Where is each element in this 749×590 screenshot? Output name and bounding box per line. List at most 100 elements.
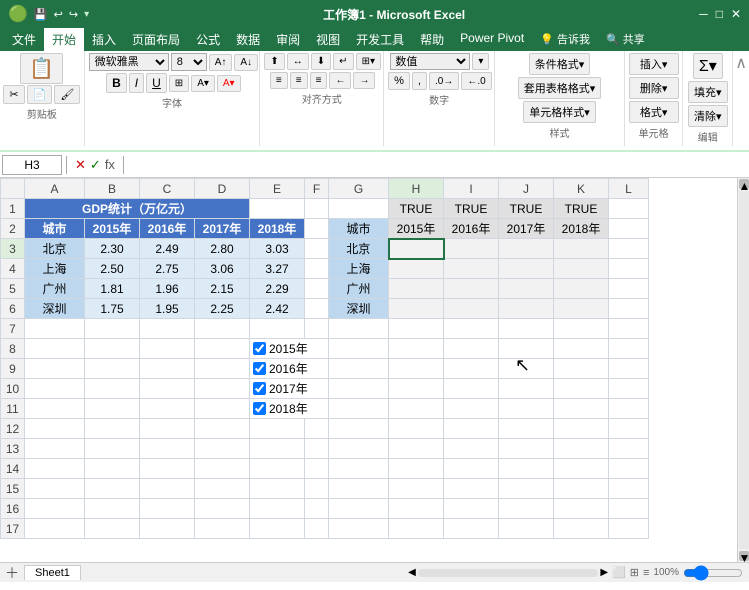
cell-H10[interactable] — [389, 379, 444, 399]
cell-C5[interactable]: 1.96 — [140, 279, 195, 299]
table-format-button[interactable]: 套用表格格式▾ — [518, 77, 602, 99]
scroll-down-arrow[interactable]: ▼ — [739, 551, 749, 561]
cell-C10[interactable] — [140, 379, 195, 399]
cell-B3[interactable]: 2.30 — [85, 239, 140, 259]
cell-J2[interactable]: 2017年 — [499, 219, 554, 239]
format-cells-button[interactable]: 格式▾ — [629, 101, 679, 123]
cell-A8[interactable] — [25, 339, 85, 359]
cut-button[interactable]: ✂ — [3, 85, 24, 104]
cell-K8[interactable] — [554, 339, 609, 359]
increase-decimal-button[interactable]: .0→ — [429, 72, 459, 90]
scroll-thumb-h[interactable] — [418, 569, 599, 577]
cell-D2[interactable]: 2017年 — [195, 219, 250, 239]
zoom-slider[interactable] — [683, 565, 743, 581]
cell-C11[interactable] — [140, 399, 195, 419]
scroll-right-arrow[interactable]: ▶ — [600, 567, 608, 578]
cell-J11[interactable] — [499, 399, 554, 419]
cell-C6[interactable]: 1.95 — [140, 299, 195, 319]
decrease-font-button[interactable]: A↓ — [234, 54, 258, 71]
cell-K5[interactable] — [554, 279, 609, 299]
cell-L2[interactable] — [609, 219, 649, 239]
tab-file[interactable]: 文件 — [4, 28, 44, 51]
cell-A5[interactable]: 广州 — [25, 279, 85, 299]
cell-J1[interactable]: TRUE — [499, 199, 554, 219]
tab-insert[interactable]: 插入 — [84, 28, 124, 51]
checkbox-2018[interactable] — [253, 402, 266, 415]
align-middle-button[interactable]: ↔ — [287, 53, 309, 70]
cell-D5[interactable]: 2.15 — [195, 279, 250, 299]
cell-F4[interactable] — [305, 259, 329, 279]
delete-cells-button[interactable]: 删除▾ — [629, 77, 679, 99]
cell-F1[interactable] — [305, 199, 329, 219]
cell-I8[interactable] — [444, 339, 499, 359]
cell-L7[interactable] — [609, 319, 649, 339]
cell-L1[interactable] — [609, 199, 649, 219]
indent-dec-button[interactable]: ← — [329, 72, 351, 89]
clear-button[interactable]: 清除▾ — [688, 105, 728, 127]
cell-G9[interactable] — [329, 359, 389, 379]
cell-A3[interactable]: 北京 — [25, 239, 85, 259]
cell-reference-input[interactable] — [2, 155, 62, 175]
col-header-K[interactable]: K — [554, 179, 609, 199]
col-header-L[interactable]: L — [609, 179, 649, 199]
cell-K1[interactable]: TRUE — [554, 199, 609, 219]
cell-H11[interactable] — [389, 399, 444, 419]
cell-F7[interactable] — [305, 319, 329, 339]
tab-page-layout[interactable]: 页面布局 — [124, 28, 188, 51]
cell-A4[interactable]: 上海 — [25, 259, 85, 279]
bold-button[interactable]: B — [106, 73, 127, 93]
cell-J4[interactable] — [499, 259, 554, 279]
col-header-C[interactable]: C — [140, 179, 195, 199]
cell-C4[interactable]: 2.75 — [140, 259, 195, 279]
scroll-left-arrow[interactable]: ◀ — [408, 567, 416, 578]
tab-tell-me[interactable]: 💡 告诉我 — [532, 28, 598, 51]
font-size-select[interactable]: 8 — [171, 53, 207, 71]
col-header-J[interactable]: J — [499, 179, 554, 199]
tab-view[interactable]: 视图 — [308, 28, 348, 51]
cell-H8[interactable] — [389, 339, 444, 359]
cell-L11[interactable] — [609, 399, 649, 419]
border-button[interactable]: ⊞ — [169, 75, 189, 92]
wrap-text-button[interactable]: ↵ — [333, 53, 353, 70]
cell-L10[interactable] — [609, 379, 649, 399]
cell-I10[interactable] — [444, 379, 499, 399]
cell-A11[interactable] — [25, 399, 85, 419]
cell-C2[interactable]: 2016年 — [140, 219, 195, 239]
cell-C3[interactable]: 2.49 — [140, 239, 195, 259]
gdp-title-cell[interactable]: GDP统计（万亿元） — [25, 199, 250, 219]
cell-B6[interactable]: 1.75 — [85, 299, 140, 319]
cell-D3[interactable]: 2.80 — [195, 239, 250, 259]
col-header-G[interactable]: G — [329, 179, 389, 199]
cell-H9[interactable] — [389, 359, 444, 379]
cell-H6[interactable] — [389, 299, 444, 319]
cell-J5[interactable] — [499, 279, 554, 299]
align-top-button[interactable]: ⬆ — [264, 53, 284, 70]
cell-E11[interactable]: 2018年 — [250, 399, 329, 419]
vertical-scrollbar[interactable]: ▲ ▼ — [737, 178, 749, 562]
cell-B7[interactable] — [85, 319, 140, 339]
cell-C7[interactable] — [140, 319, 195, 339]
cell-E5[interactable]: 2.29 — [250, 279, 305, 299]
cell-G5[interactable]: 广州 — [329, 279, 389, 299]
col-header-B[interactable]: B — [85, 179, 140, 199]
tab-review[interactable]: 审阅 — [268, 28, 308, 51]
cell-K6[interactable] — [554, 299, 609, 319]
underline-button[interactable]: U — [146, 73, 167, 93]
cell-B11[interactable] — [85, 399, 140, 419]
tab-formula[interactable]: 公式 — [188, 28, 228, 51]
cell-G3[interactable]: 北京 — [329, 239, 389, 259]
checkbox-2017[interactable] — [253, 382, 266, 395]
cell-G1[interactable] — [329, 199, 389, 219]
cell-C9[interactable] — [140, 359, 195, 379]
add-sheet-button[interactable]: ＋ — [2, 563, 22, 583]
cell-H1[interactable]: TRUE — [389, 199, 444, 219]
italic-button[interactable]: I — [129, 73, 144, 93]
quick-undo[interactable]: ↩ — [54, 8, 63, 21]
sheet-scroll-area[interactable]: A B C D E F G H I J K L — [0, 178, 737, 562]
scroll-up-arrow[interactable]: ▲ — [739, 179, 749, 189]
cell-L3[interactable] — [609, 239, 649, 259]
tab-share[interactable]: 🔍 共享 — [598, 28, 653, 51]
copy-button[interactable]: 📄 — [27, 85, 53, 104]
cell-G11[interactable] — [329, 399, 389, 419]
sheet-tab-1[interactable]: Sheet1 — [24, 565, 81, 580]
